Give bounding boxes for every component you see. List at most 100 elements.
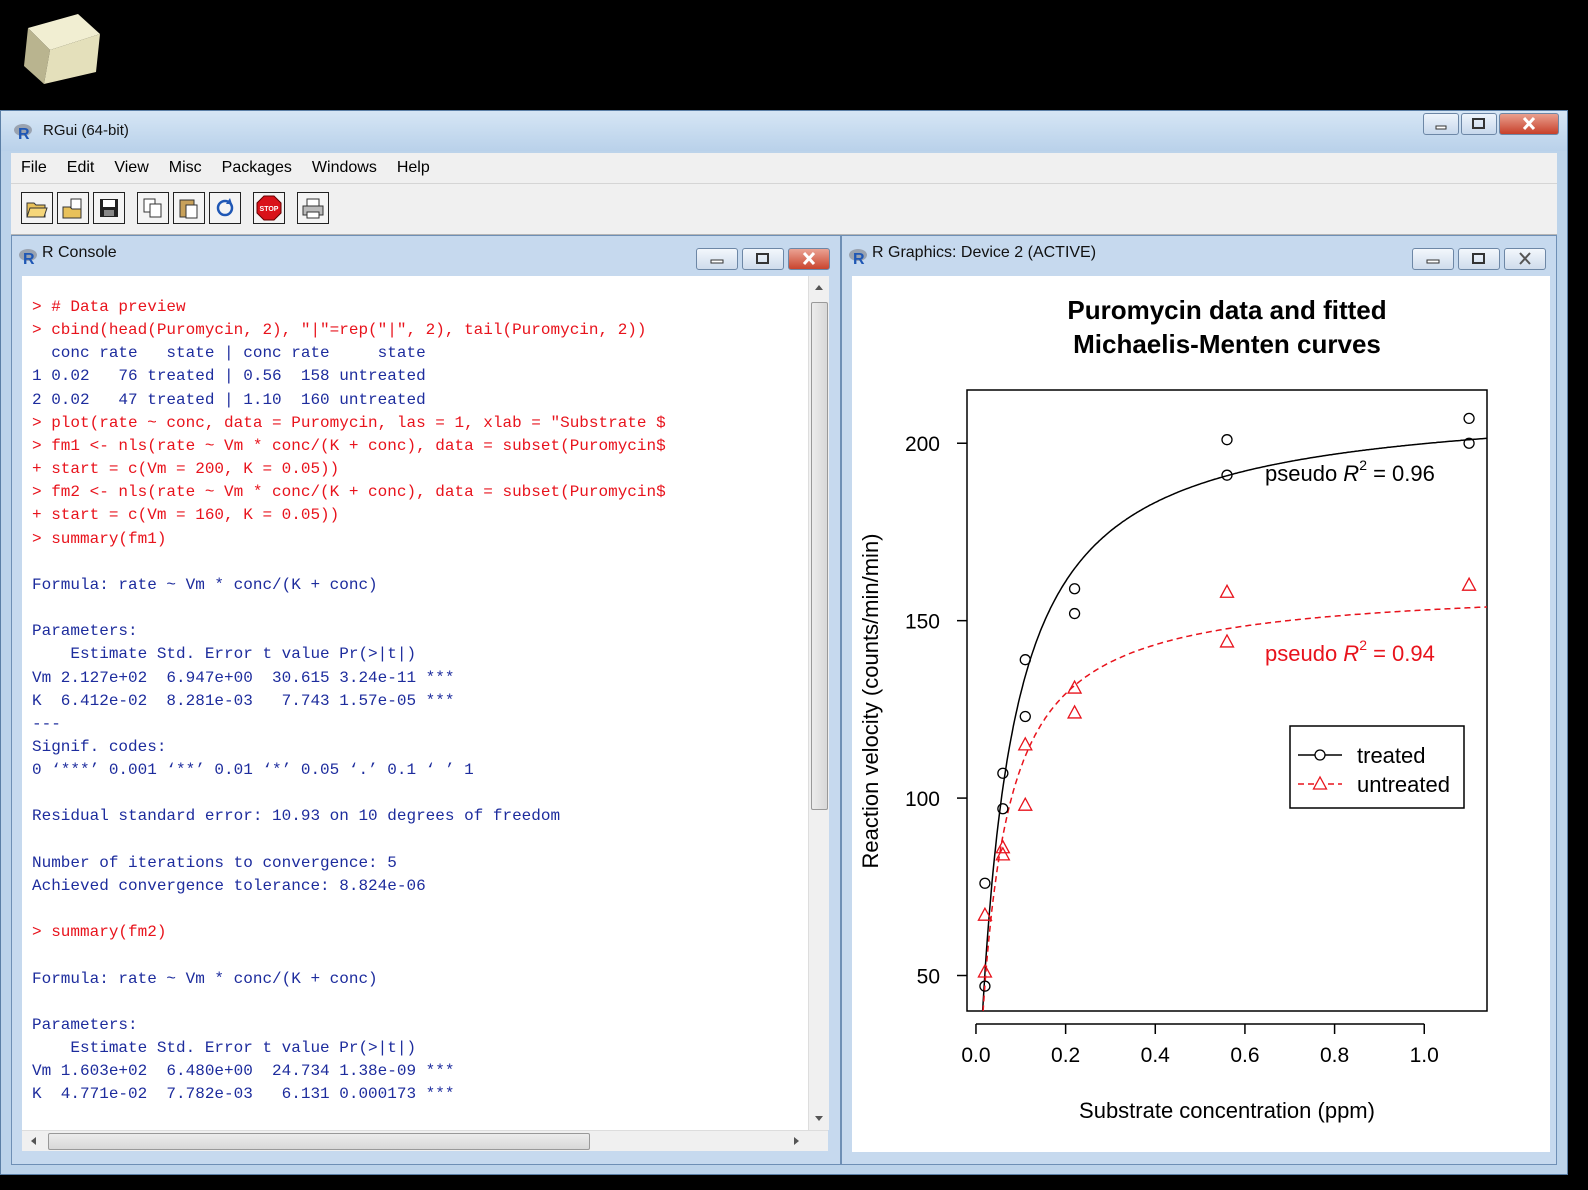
console-output-line: Signif. codes: [32,737,167,756]
console-output-line: Number of iterations to convergence: 5 [32,853,397,872]
data-point-untreated [1066,679,1083,694]
data-point-treated [1019,710,1031,723]
chart-subtitle: Michaelis-Menten curves [1073,329,1381,359]
graphics-minimize-button[interactable] [1412,248,1454,270]
console-output-line: Vm 2.127e+02 6.947e+00 30.615 3.24e-11 *… [32,668,455,687]
console-output-line: 0 ‘***’ 0.001 ‘**’ 0.01 ‘*’ 0.05 ‘.’ 0.1… [32,761,474,780]
menu-file[interactable]: File [11,159,57,177]
svg-text:R: R [853,251,865,266]
data-point-untreated [1219,633,1235,648]
console-text: > # Data preview > cbind(head(Puromycin,… [32,296,666,1106]
chart-title: Puromycin data and fitted [1067,295,1386,325]
console-input-line: > plot(rate ~ conc, data = Puromycin, la… [32,413,666,432]
menu-bar: File Edit View Misc Packages Windows Hel… [11,153,1557,184]
y-tick-label: 50 [917,966,940,989]
console-minimize-button[interactable] [696,248,738,270]
graphics-restore-button[interactable] [1458,248,1500,270]
print-icon [302,198,324,219]
console-vscroll-thumb[interactable] [811,302,828,810]
console-output-line: K 4.771e-02 7.782e-03 6.131 0.000173 *** [32,1085,455,1104]
menu-edit[interactable]: Edit [57,159,105,177]
stop-label: STOP [260,206,279,213]
x-axis-label: Substrate concentration (ppm) [1079,1098,1375,1123]
console-output-line: K 6.412e-02 8.281e-03 7.743 1.57e-05 *** [32,691,455,710]
save-workspace-button[interactable] [93,192,125,224]
console-close-button[interactable] [788,248,830,270]
minimize-icon [1426,259,1440,264]
console-input-line: > cbind(head(Puromycin, 2), "|"=rep("|",… [32,321,647,340]
copy-icon [143,198,162,218]
console-output[interactable]: > # Data preview > cbind(head(Puromycin,… [22,276,808,1144]
r-logo-icon: R [849,249,867,266]
x-tick-label: 0.2 [1051,1044,1080,1067]
console-output-line: Formula: rate ~ Vm * conc/(K + conc) [32,575,378,594]
console-input-line: > fm2 <- nls(rate ~ Vm * conc/(K + conc)… [32,483,666,502]
console-input-line: + start = c(Vm = 160, K = 0.05)) [32,506,340,525]
x-tick-label: 0.4 [1141,1044,1171,1067]
console-input-line: > # Data preview [32,298,186,316]
data-point-treated [1221,434,1233,446]
scroll-down-icon [815,1116,823,1121]
maximize-icon [1472,118,1485,129]
console-output-line: Formula: rate ~ Vm * conc/(K + conc) [32,969,378,988]
console-title: R Console [42,244,117,261]
console-input-line: > fm1 <- nls(rate ~ Vm * conc/(K + conc)… [32,436,666,455]
maximize-button[interactable] [1461,113,1497,135]
print-button[interactable] [297,192,329,224]
menu-windows[interactable]: Windows [302,159,387,177]
r-console-window: R R Console > # Data preview > cbind(hea… [11,235,841,1165]
svg-text:R: R [23,251,35,266]
stop-icon: STOP [256,195,282,221]
graphics-close-button[interactable] [1504,248,1546,270]
console-input-line: + start = c(Vm = 200, K = 0.05)) [32,460,340,479]
scroll-right-icon [794,1137,799,1145]
console-output-line: Parameters: [32,622,138,641]
data-point-treated [1463,412,1475,425]
console-output-line: 2 0.02 47 treated | 1.10 160 untreated [32,390,426,409]
data-point-untreated [1017,736,1033,751]
close-button[interactable] [1499,113,1559,135]
console-output-line: conc rate state | conc rate state [32,344,426,363]
data-point-treated [979,877,991,889]
console-output-line: --- [32,714,61,733]
data-point-untreated [1017,796,1033,811]
menu-packages[interactable]: Packages [212,159,302,177]
graphics-canvas: Puromycin data and fitted Michaelis-Ment… [852,276,1550,1152]
minimize-button[interactable] [1423,113,1459,135]
scroll-up-icon [815,285,823,290]
data-point-untreated [1219,583,1235,598]
data-point-treated [1068,607,1081,620]
refresh-icon [216,198,234,217]
console-output-line: Estimate Std. Error t value Pr(>|t|) [32,1039,417,1057]
console-restore-button[interactable] [742,248,784,270]
console-output-line: Vm 1.603e+02 6.480e+00 24.734 1.38e-09 *… [32,1062,455,1081]
open-script-icon [26,202,48,218]
data-point-treated [997,767,1009,779]
menu-misc[interactable]: Misc [159,159,212,177]
console-hscroll-thumb[interactable] [48,1133,590,1150]
data-point-treated [1019,654,1031,666]
cube-logo-icon [24,14,100,84]
console-output-line: Estimate Std. Error t value Pr(>|t|) [32,645,417,664]
open-script-button[interactable] [21,192,53,224]
refresh-button[interactable] [209,192,241,224]
console-vertical-scrollbar[interactable] [808,276,829,1130]
legend-label-untreated: untreated [1357,772,1450,797]
menu-view[interactable]: View [104,159,158,177]
load-workspace-button[interactable] [57,192,89,224]
puromycin-chart: Puromycin data and fitted Michaelis-Ment… [858,295,1488,1123]
console-input-line: > summary(fm2) [32,923,167,942]
y-axis-label: Reaction velocity (counts/min/min) [858,533,883,868]
paste-button[interactable] [173,192,205,224]
console-horizontal-scrollbar[interactable] [22,1130,828,1151]
minimize-icon [710,259,724,264]
rgui-titlebar[interactable]: R RGui (64-bit) [1,111,1567,151]
copy-button[interactable] [137,192,169,224]
svg-text:R: R [18,126,30,141]
console-output-line: 1 0.02 76 treated | 0.56 158 untreated [32,367,426,386]
console-input-line: > summary(fm1) [32,529,167,548]
close-icon [1519,252,1531,265]
stop-button[interactable]: STOP [253,192,285,224]
menu-help[interactable]: Help [387,159,440,177]
y-tick-label: 150 [905,611,940,634]
